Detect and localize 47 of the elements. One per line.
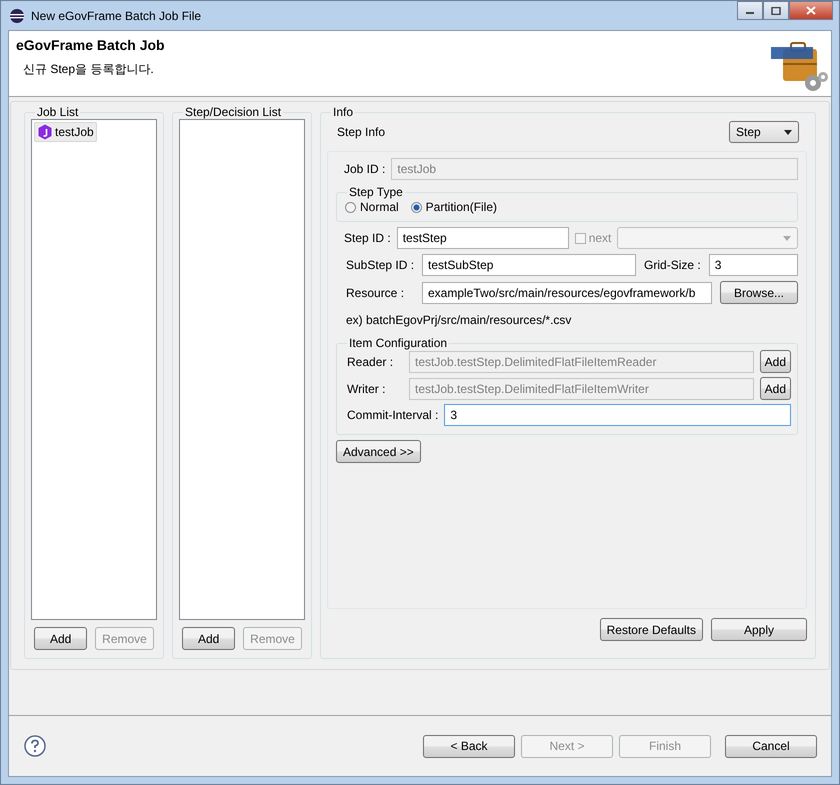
page-title: eGovFrame Batch Job: [16, 37, 165, 53]
grid-size-field[interactable]: 3: [708, 254, 798, 276]
field-label: Grid-Size :: [644, 258, 701, 272]
type-dropdown[interactable]: Step: [729, 121, 799, 143]
example-hint: ex) batchEgovPrj/src/main/resources/*.csv: [346, 313, 572, 327]
group-label: Step/Decision List: [184, 105, 282, 119]
radio-button[interactable]: [410, 202, 422, 212]
field-label: Job ID :: [344, 162, 386, 176]
wizard-button[interactable]: Cancel: [725, 734, 817, 758]
help-icon[interactable]: [24, 735, 46, 757]
eclipse-icon: [9, 8, 25, 24]
wizard-button[interactable]: < Back: [423, 734, 515, 758]
resource-field[interactable]: exampleTwo/src/main/resources/egovframework/b: [422, 282, 712, 304]
radio-option[interactable]: Normal: [345, 200, 399, 214]
field-label: Step ID :: [344, 231, 391, 245]
window-title: New eGovFrame Batch Job File: [31, 8, 202, 22]
browse-button[interactable]: Browse...: [720, 281, 798, 304]
close-icon: [806, 6, 816, 15]
field-label: Resource :: [346, 286, 406, 300]
dropdown-arrow-icon: [783, 236, 791, 240]
field-label: Commit-Interval :: [347, 408, 438, 422]
group-label: Item Configuration: [348, 336, 448, 350]
group-label: Info: [332, 105, 354, 119]
field-label: Reader :: [347, 354, 394, 368]
close-button[interactable]: [789, 1, 833, 20]
group-label: Step Type: [348, 185, 404, 199]
section-label: Step Info: [337, 125, 386, 139]
commit-interval-field[interactable]: 3: [444, 404, 791, 426]
step-id-field[interactable]: testStep: [396, 227, 569, 249]
list-button[interactable]: Add: [34, 627, 88, 650]
dialog-button[interactable]: Restore Defaults: [600, 618, 703, 641]
job-icon: [37, 124, 53, 140]
maximize-icon: [771, 6, 781, 14]
page-description: 신규 Step을 등록합니다.: [23, 61, 155, 78]
substep-id-field[interactable]: testSubStep: [422, 254, 636, 276]
maximize-button[interactable]: [763, 1, 789, 20]
list-button[interactable]: Add: [182, 627, 236, 650]
group-label: Job List: [36, 105, 80, 119]
field-label: Writer :: [347, 382, 386, 396]
field-label: SubStep ID :: [346, 258, 414, 272]
dropdown-arrow-icon: [784, 130, 792, 134]
dialog-button[interactable]: Apply: [711, 618, 807, 641]
advanced-button[interactable]: Advanced >>: [336, 440, 421, 463]
radio-option[interactable]: Partition(File): [410, 200, 498, 214]
minimize-button[interactable]: [737, 1, 763, 20]
radio-button[interactable]: [345, 202, 356, 212]
job-list-item[interactable]: testJob: [34, 122, 97, 142]
